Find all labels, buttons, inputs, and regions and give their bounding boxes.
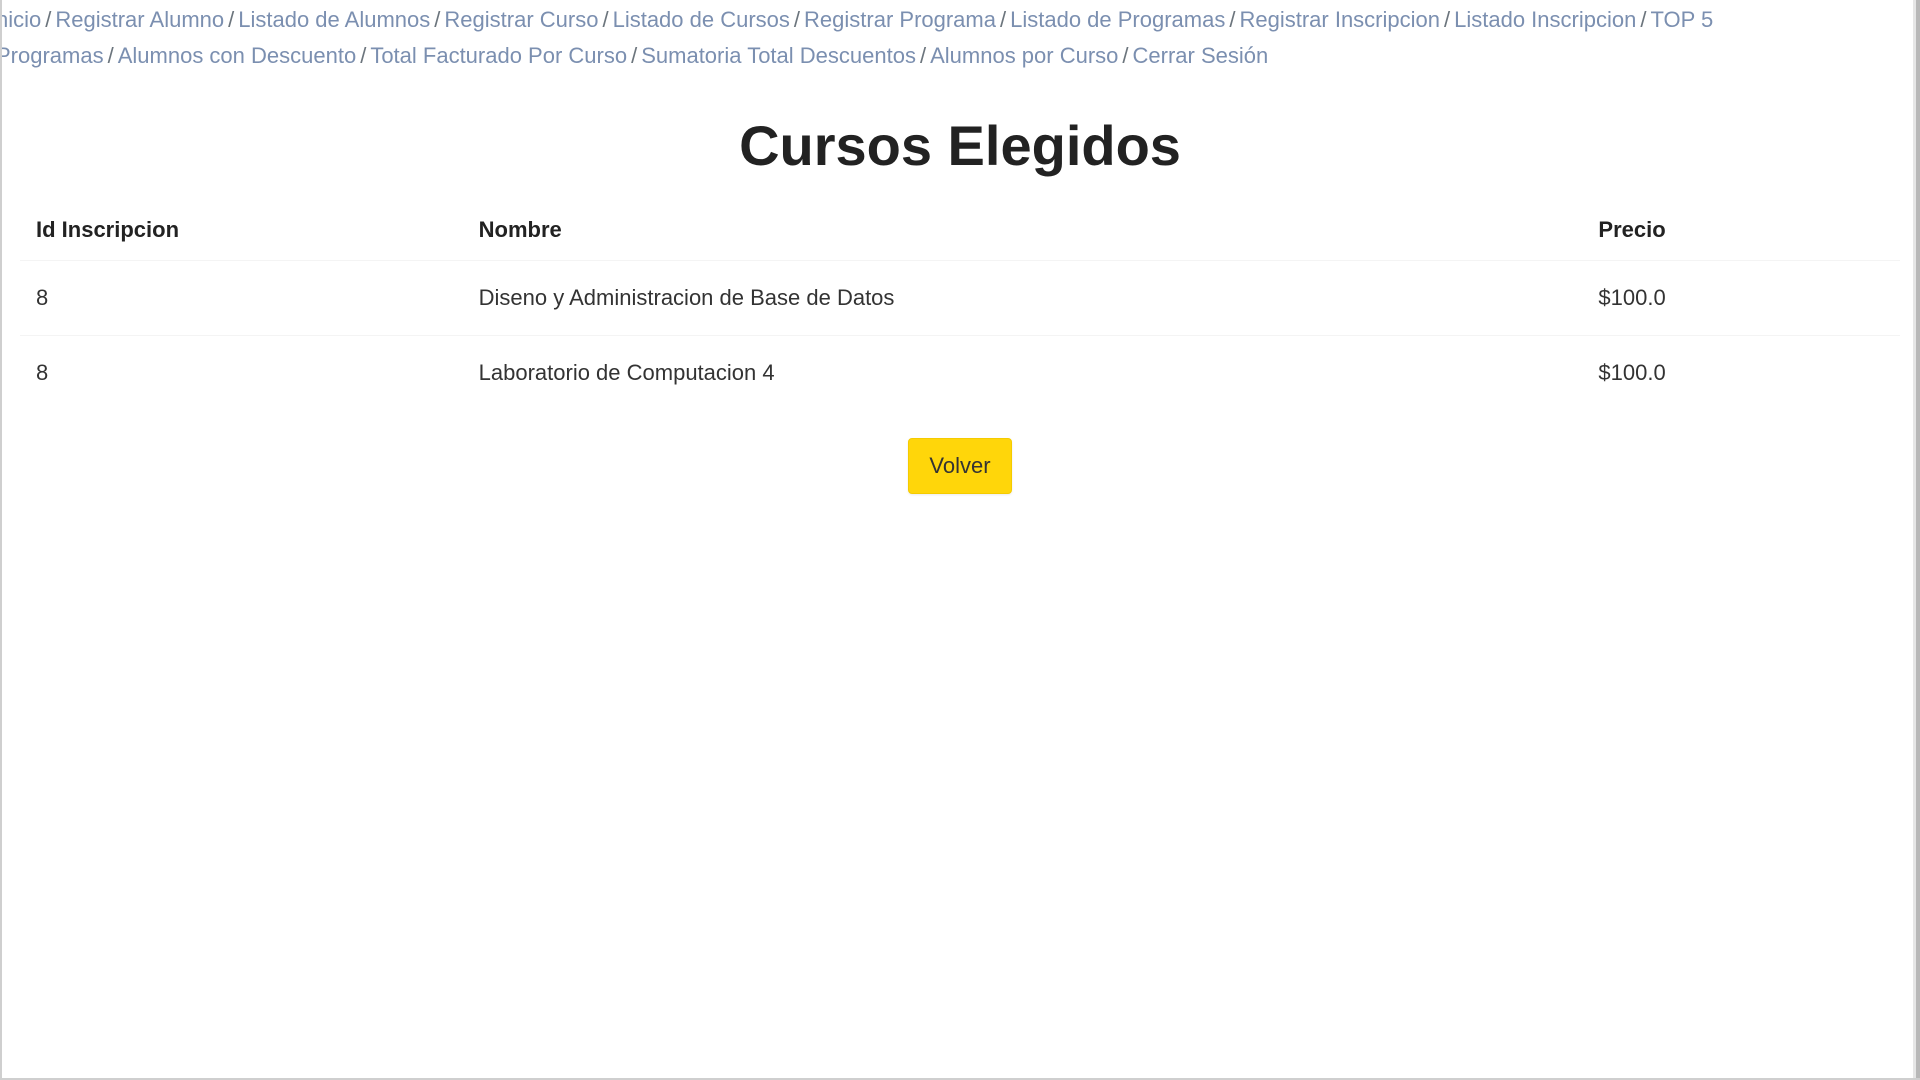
nav-separator: / [434,7,441,32]
page: nicio / Registrar Alumno / Listado de Alumno… [0,0,1920,1080]
nav-separator: / [631,43,638,68]
nav-link-registrar-curso[interactable]: Registrar Curso [444,7,598,32]
nav-separator: / [793,7,801,32]
nav-link-total-facturado[interactable]: Total Facturado Por Curso [370,43,627,68]
header-id-inscripcion: Id Inscripcion [36,217,180,242]
cell-nombre: Laboratorio de Computacion 4 [462,335,1583,410]
nav-link-cerrar-sesion[interactable]: Cerrar Sesión [1133,43,1269,68]
page-title: Cursos Elegidos [739,114,1181,177]
nav-link-registrar-programa[interactable]: Registrar Programa [804,7,996,32]
nav-separator: / [45,7,52,32]
cell-precio: $100.0 [1582,260,1900,336]
nav-link-alumnos-descuento[interactable]: Alumnos con Descuento [118,43,356,68]
cell-id: 8 [20,260,463,336]
nav-separator: / [107,43,114,68]
nav-separator: / [1122,43,1129,68]
nav-link-alumnos-por-curso[interactable]: Alumnos por Curso [930,43,1118,68]
window-edge-left [0,0,2,1080]
header-nombre: Nombre [478,217,562,242]
nav-separator: / [1229,7,1236,32]
table-row: 8 Diseno y Administracion de Base de Dat… [20,260,1900,336]
courses-table: Id Inscripcion Nombre Precio 8 Diseno y … [20,200,1900,410]
nav-separator: / [999,7,1007,32]
volver-button[interactable]: Volver [908,438,1012,494]
nav-link-listado-inscripcion[interactable]: Listado Inscripcion [1454,7,1636,32]
nav-separator: / [1640,7,1647,32]
nav-link-registrar-alumno[interactable]: Registrar Alumno [55,7,224,32]
button-container: Volver [0,438,1920,494]
nav-link-registrar-inscripcion[interactable]: Registrar Inscripcion [1239,7,1440,32]
nav-separator: / [919,43,927,68]
cell-id: 8 [20,335,463,410]
header-precio: Precio [1598,217,1666,242]
cell-precio: $100.0 [1582,335,1900,410]
nav-link-listado-alumnos[interactable]: Listado de Alumnos [238,7,430,32]
table-header-row: Id Inscripcion Nombre Precio [20,200,1900,261]
nav-separator: / [602,7,609,32]
breadcrumb-nav: nicio / Registrar Alumno / Listado de Alumno… [0,2,1896,74]
window-edge-right [1916,0,1920,1080]
nav-separator: / [1443,7,1451,32]
nav-separator: / [360,43,367,68]
table-row: 8 Laboratorio de Computacion 4 $100.0 [20,335,1900,410]
cell-nombre: Diseno y Administracion de Base de Datos [462,260,1583,336]
nav-separator: / [228,7,235,32]
nav-link-listado-cursos[interactable]: Listado de Cursos [613,7,790,32]
nav-link-listado-programas[interactable]: Listado de Programas [1010,7,1225,32]
nav-link-inicio[interactable]: nicio [0,7,41,32]
nav-link-sumatoria-descuentos[interactable]: Sumatoria Total Descuentos [641,43,916,68]
